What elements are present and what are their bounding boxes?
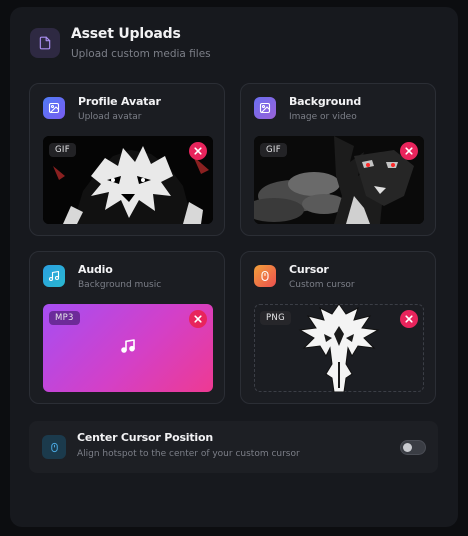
card-title: Profile Avatar [78, 95, 161, 108]
format-badge: MP3 [49, 311, 80, 325]
remove-audio-button[interactable] [189, 310, 207, 328]
format-badge: PNG [260, 311, 291, 325]
setting-title: Center Cursor Position [77, 431, 213, 444]
background-preview[interactable]: GIF [254, 136, 424, 224]
card-subtitle: Custom cursor [289, 280, 355, 290]
file-icon [30, 28, 60, 58]
card-subtitle: Upload avatar [78, 112, 142, 122]
cursor-preview[interactable]: PNG [254, 304, 424, 392]
card-subtitle: Image or video [289, 112, 357, 122]
image-icon [43, 97, 65, 119]
mouse-icon [42, 435, 66, 459]
close-icon [405, 315, 413, 323]
toggle-knob [403, 443, 412, 452]
card-title: Audio [78, 263, 113, 276]
profile-avatar-card: Profile Avatar Upload avatar GIF [29, 83, 225, 236]
mouse-icon [254, 265, 276, 287]
music-note-icon [120, 338, 136, 358]
section-subtitle: Upload custom media files [71, 48, 211, 60]
setting-description: Align hotspot to the center of your cust… [77, 449, 300, 459]
music-icon [43, 265, 65, 287]
audio-card: Audio Background music MP3 [29, 251, 225, 404]
image-icon [254, 97, 276, 119]
card-subtitle: Background music [78, 280, 162, 290]
close-icon [405, 147, 413, 155]
format-badge: GIF [49, 143, 76, 157]
format-badge: GIF [260, 143, 287, 157]
asset-uploads-panel: Asset Uploads Upload custom media files … [10, 7, 458, 527]
center-cursor-setting: Center Cursor Position Align hotspot to … [29, 421, 438, 473]
center-cursor-toggle[interactable] [400, 440, 426, 455]
remove-avatar-button[interactable] [189, 142, 207, 160]
remove-background-button[interactable] [400, 142, 418, 160]
card-title: Background [289, 95, 362, 108]
cursor-card: Cursor Custom cursor PNG [240, 251, 436, 404]
card-title: Cursor [289, 263, 329, 276]
close-icon [194, 315, 202, 323]
remove-cursor-button[interactable] [400, 310, 418, 328]
close-icon [194, 147, 202, 155]
section-title: Asset Uploads [71, 26, 181, 42]
avatar-preview[interactable]: GIF [43, 136, 213, 224]
audio-preview[interactable]: MP3 [43, 304, 213, 392]
background-card: Background Image or video GIF [240, 83, 436, 236]
